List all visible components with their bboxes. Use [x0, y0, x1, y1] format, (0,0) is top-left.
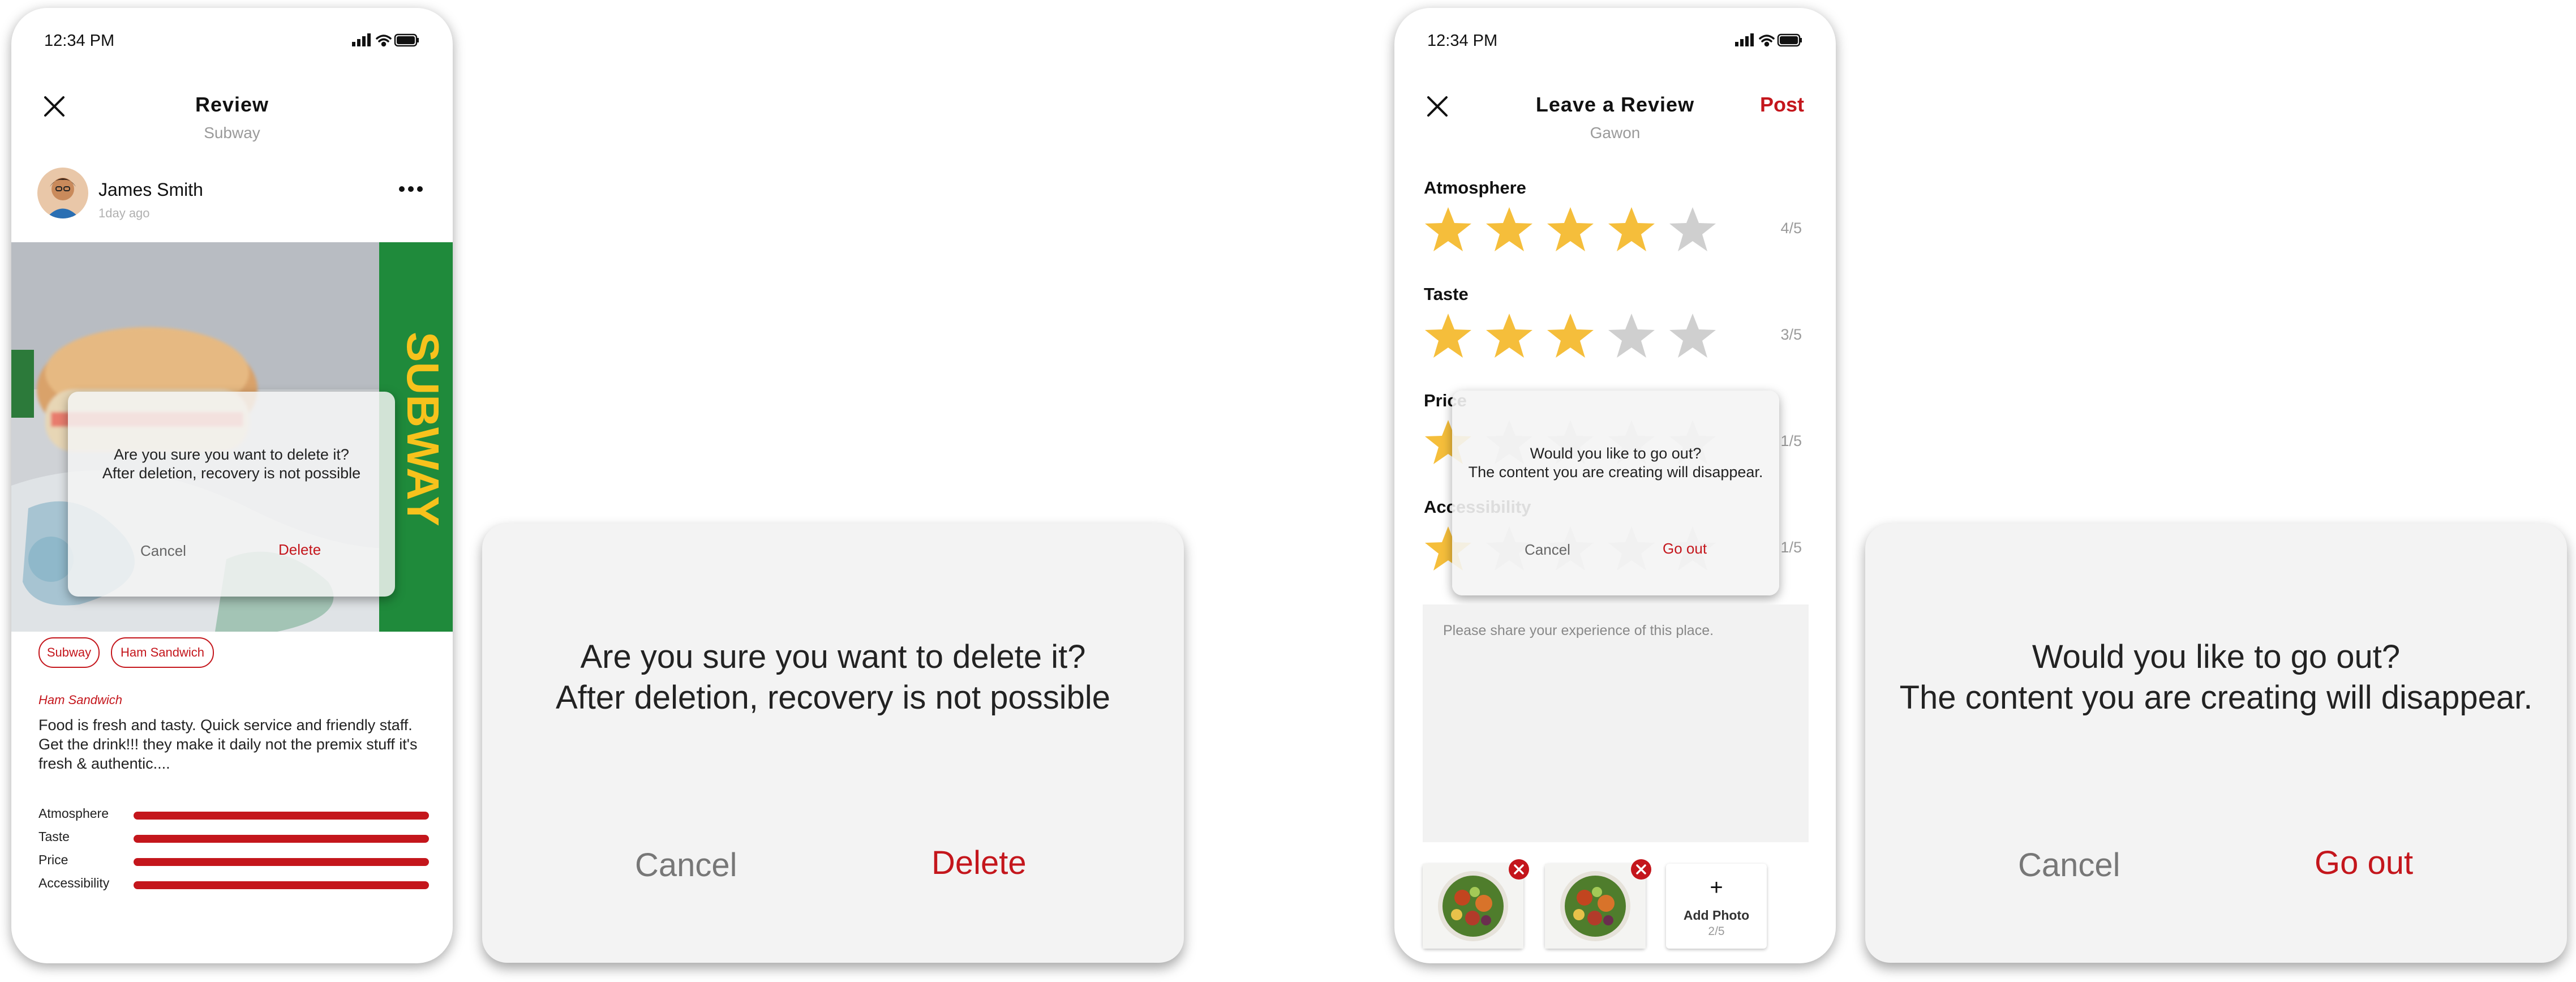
star-icon[interactable]: [1423, 204, 1474, 255]
add-photo-label: Add Photo: [1683, 908, 1750, 923]
status-time: 12:34 PM: [44, 32, 115, 50]
remove-icon[interactable]: [1508, 858, 1530, 881]
metric-bar: [134, 858, 429, 866]
signal-icon: [1735, 33, 1754, 46]
delete-confirm-dialog: Are you sure you want to delete it? Afte…: [68, 392, 395, 597]
go-out-button[interactable]: Go out: [2315, 844, 2413, 882]
star-icon[interactable]: [1606, 310, 1657, 361]
dialog-message: Would you like to go out? The content yo…: [1865, 637, 2567, 718]
textarea-placeholder: Please share your experience of this pla…: [1443, 623, 1714, 638]
dialog-line-2: The content you are creating will disapp…: [1468, 464, 1763, 481]
review-screen: 12:34 PM Review Subway James Smith 1day …: [11, 8, 453, 963]
star-icon[interactable]: [1545, 204, 1596, 255]
wifi-icon: [1759, 35, 1775, 47]
review-textarea[interactable]: Please share your experience of this pla…: [1423, 604, 1809, 842]
dialog-line-1: Are you sure you want to delete it?: [580, 638, 1086, 675]
dialog-line-1: Would you like to go out?: [1530, 445, 1702, 462]
metric-label: Accessibility: [38, 876, 110, 890]
cancel-button[interactable]: Cancel: [1525, 541, 1570, 559]
dialog-line-1: Would you like to go out?: [2032, 638, 2401, 675]
page-subtitle: Gawon: [1590, 124, 1641, 141]
cancel-button[interactable]: Cancel: [635, 846, 737, 884]
status-icons: [352, 32, 420, 52]
leave-review-screen: 12:34 PM Leave a Review Gawon Post Atmos…: [1394, 8, 1836, 963]
score-taste: 3/5: [1780, 326, 1802, 343]
metric-bar: [134, 835, 429, 843]
dialog-message: Are you sure you want to delete it? Afte…: [68, 445, 395, 483]
metric-bar: [134, 881, 429, 889]
score-atmosphere: 4/5: [1780, 220, 1802, 237]
delete-button[interactable]: Delete: [931, 844, 1027, 882]
dish-name: Ham Sandwich: [38, 693, 122, 707]
photo-thumbnail[interactable]: [1545, 859, 1651, 949]
status-time: 12:34 PM: [1427, 32, 1498, 50]
rating-metrics: Atmosphere Taste Price Accessibility: [38, 805, 429, 898]
star-icon[interactable]: [1606, 204, 1657, 255]
star-icon[interactable]: [1423, 310, 1474, 361]
tag-ham-sandwich[interactable]: Ham Sandwich: [111, 637, 214, 668]
exit-dialog-large: Would you like to go out? The content yo…: [1865, 524, 2567, 963]
star-icon[interactable]: [1667, 204, 1718, 255]
status-bar: 12:34 PM: [1427, 24, 1803, 58]
signal-icon: [352, 33, 371, 46]
battery-icon: [1777, 33, 1802, 47]
photo-thumbnail[interactable]: [1423, 859, 1529, 949]
avatar[interactable]: [37, 168, 88, 218]
score-accessibility: 1/5: [1780, 539, 1802, 556]
page-subtitle: Subway: [204, 124, 260, 141]
dialog-message: Are you sure you want to delete it? Afte…: [482, 637, 1184, 718]
metric-atmosphere: Atmosphere: [38, 805, 429, 828]
delete-button[interactable]: Delete: [278, 541, 321, 559]
photo-count: 2/5: [1708, 925, 1725, 938]
star-icon[interactable]: [1484, 204, 1535, 255]
dialog-line-2: After deletion, recovery is not possible: [555, 679, 1111, 716]
metric-taste: Taste: [38, 828, 429, 851]
star-icon[interactable]: [1484, 310, 1535, 361]
metric-bar: [134, 812, 429, 820]
metric-price: Price: [38, 851, 429, 874]
star-icon[interactable]: [1667, 310, 1718, 361]
score-price: 1/5: [1780, 432, 1802, 449]
wifi-icon: [376, 35, 392, 47]
user-name[interactable]: James Smith: [98, 179, 203, 200]
category-atmosphere-label: Atmosphere: [1424, 178, 1526, 198]
dialog-line-2: After deletion, recovery is not possible: [102, 465, 361, 482]
star-icon[interactable]: [1545, 310, 1596, 361]
category-taste-label: Taste: [1424, 284, 1469, 304]
metric-label: Taste: [38, 829, 70, 844]
cancel-button[interactable]: Cancel: [2018, 846, 2120, 884]
more-icon[interactable]: [395, 178, 427, 200]
review-time: 1day ago: [98, 206, 150, 220]
add-photo-button[interactable]: + Add Photo 2/5: [1666, 864, 1767, 949]
plus-icon: +: [1710, 875, 1723, 900]
dialog-line-1: Are you sure you want to delete it?: [114, 446, 349, 463]
delete-dialog-large: Are you sure you want to delete it? Afte…: [482, 524, 1184, 963]
dialog-message: Would you like to go out? The content yo…: [1452, 444, 1779, 482]
cancel-button[interactable]: Cancel: [140, 542, 186, 560]
review-text: Food is fresh and tasty. Quick service a…: [38, 717, 418, 772]
status-bar: 12:34 PM: [44, 24, 420, 58]
tag-subway[interactable]: Subway: [38, 637, 100, 668]
post-button[interactable]: Post: [1760, 93, 1804, 117]
svg-text:SUBWAY: SUBWAY: [398, 332, 448, 526]
page-title: Review: [195, 93, 269, 116]
dialog-line-2: The content you are creating will disapp…: [1899, 679, 2533, 716]
go-out-button[interactable]: Go out: [1663, 540, 1707, 558]
status-icons: [1735, 32, 1803, 52]
metric-label: Atmosphere: [38, 806, 109, 821]
battery-icon: [394, 33, 419, 47]
metric-accessibility: Accessibility: [38, 874, 429, 898]
metric-label: Price: [38, 852, 68, 867]
exit-confirm-dialog: Would you like to go out? The content yo…: [1452, 391, 1779, 595]
remove-icon[interactable]: [1630, 858, 1652, 881]
